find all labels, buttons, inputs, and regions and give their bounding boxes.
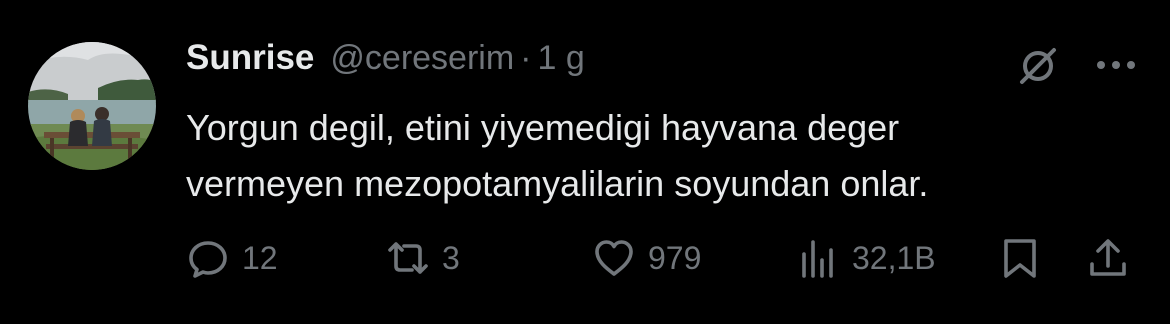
avatar-photo — [28, 42, 156, 170]
bookmark-icon — [1004, 239, 1036, 278]
bookmark-button[interactable] — [998, 230, 1042, 286]
reply-icon — [189, 241, 227, 278]
like-button[interactable]: 979 — [592, 230, 701, 286]
display-name[interactable]: Sunrise — [186, 38, 314, 78]
action-bar: 12 3 979 32,1B — [0, 230, 1170, 286]
separator-dot: · — [520, 39, 532, 77]
timestamp[interactable]: 1 g — [537, 39, 584, 78]
share-icon — [1090, 239, 1126, 276]
views-count: 32,1B — [852, 239, 936, 276]
avatar[interactable] — [28, 42, 156, 170]
grok-icon[interactable] — [1016, 44, 1060, 88]
heart-icon — [595, 240, 633, 276]
retweet-count: 3 — [442, 239, 460, 276]
retweet-button[interactable]: 3 — [386, 230, 460, 286]
like-count: 979 — [648, 239, 702, 276]
retweet-icon — [388, 242, 428, 274]
tweet-text-line-1: Yorgun degil, etini yiyemedigi hayvana d… — [186, 107, 900, 148]
views-icon — [802, 240, 833, 278]
user-handle[interactable]: @cereserim — [330, 39, 514, 78]
views-button[interactable]: 32,1B — [796, 230, 936, 286]
more-icon[interactable] — [1094, 58, 1138, 72]
reply-count: 12 — [242, 239, 278, 276]
share-button[interactable] — [1086, 230, 1130, 286]
tweet-text: Yorgun degil, etini yiyemedigi hayvana d… — [186, 100, 1146, 212]
tweet-header: Sunrise @cereserim · 1 g — [186, 38, 585, 88]
reply-button[interactable]: 12 — [186, 230, 278, 286]
tweet[interactable]: Sunrise @cereserim · 1 g Yorgun degil, e… — [0, 0, 1170, 324]
tweet-text-line-2: vermeyen mezopotamyalilarin soyundan onl… — [186, 163, 929, 204]
